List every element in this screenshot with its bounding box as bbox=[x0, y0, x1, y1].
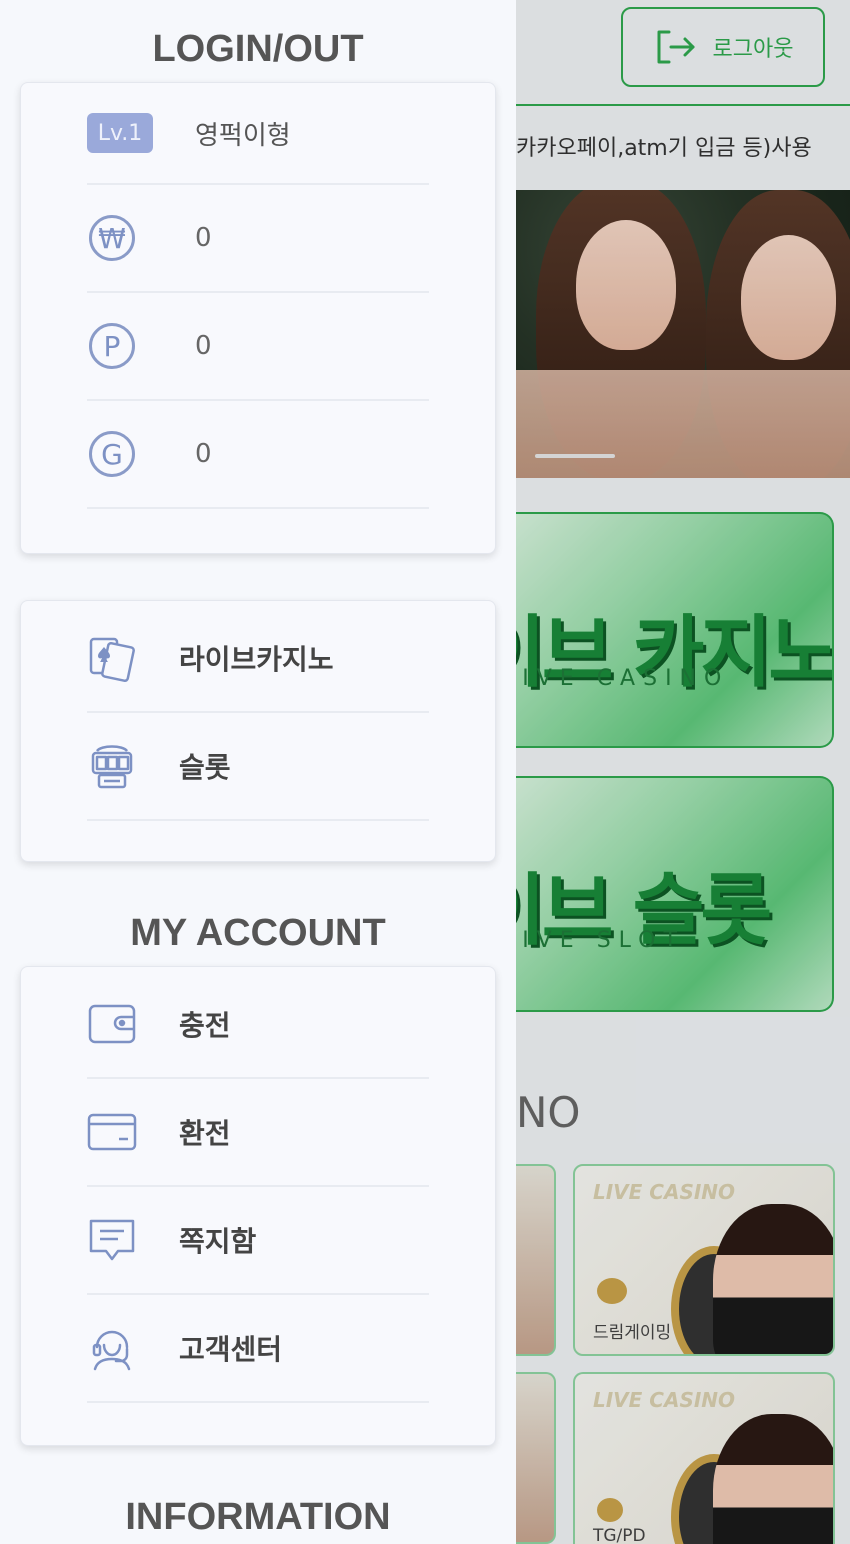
login-section-title: LOGIN/OUT bbox=[152, 28, 364, 70]
information-section-title: INFORMATION bbox=[125, 1496, 391, 1538]
g-icon: G bbox=[87, 429, 137, 479]
wallet-icon bbox=[87, 999, 137, 1049]
menu-item-label: 라이브카지노 bbox=[179, 643, 334, 676]
won-icon: ₩ bbox=[87, 213, 137, 263]
menu-item-withdraw[interactable]: 환전 bbox=[87, 1079, 429, 1187]
account-card: 충전 환전 쪽지함 고객센터 bbox=[20, 966, 496, 1446]
balance-g-value: 0 bbox=[195, 439, 212, 469]
menu-item-label: 쪽지함 bbox=[179, 1225, 257, 1258]
credit-card-icon bbox=[87, 1107, 137, 1157]
message-icon bbox=[87, 1215, 137, 1265]
support-agent-icon bbox=[87, 1323, 137, 1373]
user-info-card: Lv.1 영퍽이형 ₩ 0 P 0 G 0 bbox=[20, 82, 496, 554]
account-section-title: MY ACCOUNT bbox=[130, 912, 386, 954]
point-icon: P bbox=[87, 321, 137, 371]
user-level-row: Lv.1 영퍽이형 bbox=[87, 83, 429, 185]
menu-item-messages[interactable]: 쪽지함 bbox=[87, 1187, 429, 1295]
playing-cards-icon bbox=[87, 633, 137, 683]
games-card: 라이브카지노 슬롯 bbox=[20, 600, 496, 862]
menu-item-slot[interactable]: 슬롯 bbox=[87, 713, 429, 821]
menu-item-label: 환전 bbox=[179, 1117, 231, 1150]
balance-won-value: 0 bbox=[195, 223, 212, 253]
menu-item-deposit[interactable]: 충전 bbox=[87, 971, 429, 1079]
balance-g-row: G 0 bbox=[87, 401, 429, 509]
balance-point-row: P 0 bbox=[87, 293, 429, 401]
slot-machine-icon bbox=[87, 741, 137, 791]
menu-item-label: 충전 bbox=[179, 1009, 231, 1042]
side-drawer: LOGIN/OUT Lv.1 영퍽이형 ₩ 0 P 0 G 0 라이브카지노 슬… bbox=[0, 0, 516, 1544]
menu-item-support[interactable]: 고객센터 bbox=[87, 1295, 429, 1403]
level-badge: Lv.1 bbox=[87, 113, 153, 153]
balance-won-row: ₩ 0 bbox=[87, 185, 429, 293]
menu-item-label: 슬롯 bbox=[179, 751, 231, 784]
balance-point-value: 0 bbox=[195, 331, 212, 361]
menu-item-label: 고객센터 bbox=[179, 1333, 283, 1366]
username: 영퍽이형 bbox=[195, 120, 291, 151]
menu-item-live-casino[interactable]: 라이브카지노 bbox=[87, 605, 429, 713]
